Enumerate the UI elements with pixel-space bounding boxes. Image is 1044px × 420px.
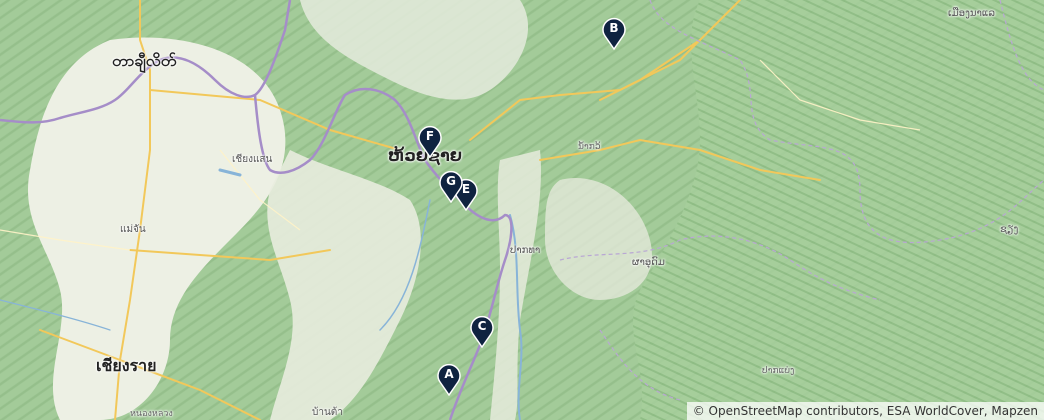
map-marker-a[interactable]: A	[436, 362, 462, 396]
place-label-muang-sing: ເມືອງນາແລ	[948, 8, 995, 19]
east-forest	[632, 0, 1044, 420]
marker-label: F	[425, 129, 435, 143]
marker-label: B	[609, 21, 619, 35]
marker-label: A	[444, 367, 454, 381]
place-label-pha-oudom: ຜາອຸດົມ	[632, 257, 665, 268]
place-label-pak-tha: ປາກທາ	[510, 245, 541, 256]
marker-label: C	[477, 319, 487, 333]
map-marker-b[interactable]: B	[601, 16, 627, 50]
map-marker-g[interactable]: G	[438, 169, 464, 203]
place-label-oudomxay: ຊຽງ	[1000, 224, 1019, 235]
place-label-nam-kwe: ນໍ້າກວ້	[578, 142, 601, 152]
place-label-mae-chan: แม่จัน	[120, 224, 146, 235]
place-label-chiang-saen: เชียงแสน	[232, 154, 273, 165]
map-attribution: © OpenStreetMap contributors, ESA WorldC…	[686, 402, 1044, 420]
map-marker-f[interactable]: F	[417, 124, 443, 158]
place-label-tachileik: တာချီလိတ်	[112, 51, 177, 70]
map-view[interactable]: တာချီလိတ် ຫ້ວຍຊາຍ เชียงแสน แม่จัน เชียงร…	[0, 0, 1044, 420]
map-marker-c[interactable]: C	[469, 314, 495, 348]
attribution-text[interactable]: © OpenStreetMap contributors, ESA WorldC…	[693, 404, 1038, 418]
place-label-ban-don: บ้านต้า	[312, 407, 343, 418]
place-label-nong-luang: หนองหลวง	[130, 409, 173, 419]
marker-label: G	[446, 174, 456, 188]
place-label-chiang-rai: เชียงราย	[96, 356, 157, 375]
place-label-pak-beng: ປາກແບ່ງ	[762, 366, 795, 376]
